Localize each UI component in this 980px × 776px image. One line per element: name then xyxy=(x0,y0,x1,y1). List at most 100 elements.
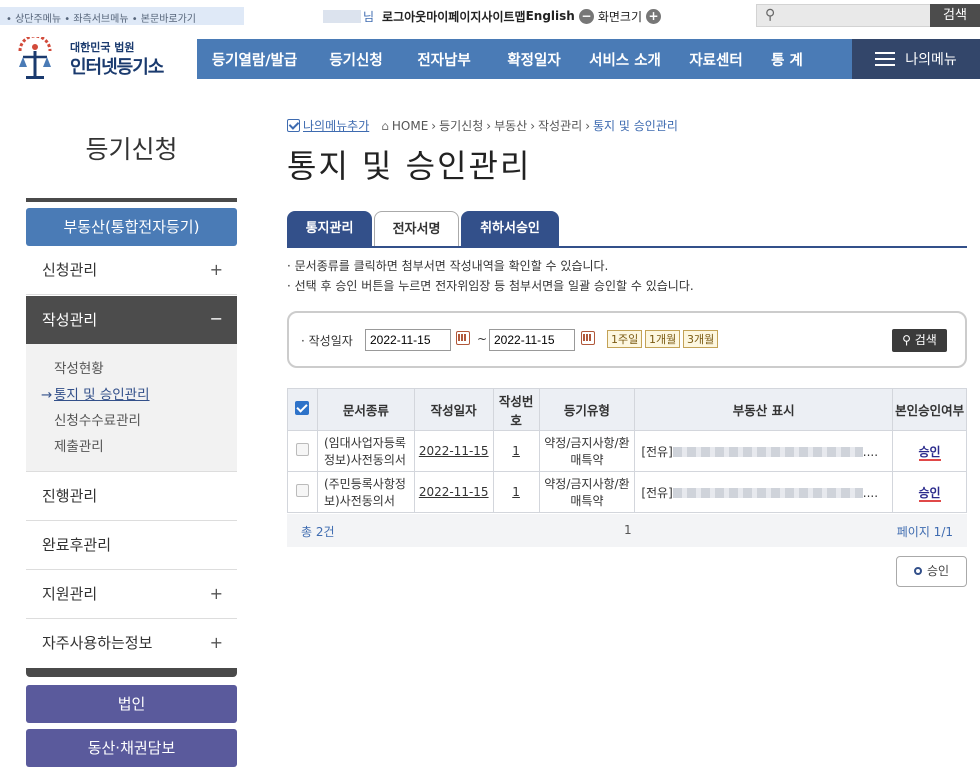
total-count: 총 2건 xyxy=(301,525,335,539)
breadcrumb-realestate[interactable]: 부동산 xyxy=(494,117,527,134)
page-number[interactable]: 1 xyxy=(624,523,632,537)
property-address-redacted xyxy=(672,488,863,498)
property-address-redacted xyxy=(672,447,863,457)
lnb-sub-fee[interactable]: 신청수수료관리 xyxy=(26,408,237,434)
lnb-item-label: 작성관리 xyxy=(42,311,98,329)
corp-button[interactable]: 법인 xyxy=(26,685,237,723)
select-all-cell[interactable] xyxy=(287,388,318,431)
plus-icon: + xyxy=(209,633,223,652)
doc-type-link[interactable]: (임대사업자등록정보)사전동의서 xyxy=(316,430,415,472)
lnb-item-label: 신청관리 xyxy=(42,261,98,279)
range-1month-button[interactable]: 1개월 xyxy=(645,330,681,348)
lnb-sub-submit[interactable]: 제출관리 xyxy=(26,434,237,460)
date-link[interactable]: 2022-11-15 xyxy=(419,485,489,499)
approve-label: 승인 xyxy=(926,564,950,578)
date-link[interactable]: 2022-11-15 xyxy=(419,444,489,458)
lnb-item-frequent[interactable]: 자주사용하는정보 + xyxy=(26,619,237,668)
page-title: 통지 및 승인관리 xyxy=(287,147,532,185)
mypage-link[interactable]: 마이페이지 xyxy=(426,8,481,25)
search-icon: ⚲ xyxy=(765,7,776,23)
gnb-item-fixed-date[interactable]: 확정일자 xyxy=(488,49,580,70)
zoom-in-icon[interactable]: + xyxy=(646,8,662,24)
col-reg-type: 등기유형 xyxy=(538,388,636,431)
lnb-bottom-bar xyxy=(26,668,237,677)
breadcrumb-home[interactable]: HOME xyxy=(392,119,428,133)
gnb-item-epay[interactable]: 전자납부 xyxy=(400,49,488,70)
row-checkbox[interactable] xyxy=(295,443,309,456)
lnb-item-apply[interactable]: 신청관리 + xyxy=(26,246,237,295)
property-prefix: [전유] xyxy=(641,485,673,500)
date-filter-box: · 작성일자 ~ 1주일 1개월 3개월 ⚲ 검색 xyxy=(287,311,967,368)
col-approval: 본인승인여부 xyxy=(892,388,967,431)
approval-link[interactable]: 승인 xyxy=(918,444,941,461)
breadcrumb-current: 통지 및 승인관리 xyxy=(593,119,678,133)
filter-search-button[interactable]: ⚲ 검색 xyxy=(892,329,947,352)
skip-links[interactable]: • 상단주메뉴 • 좌측서브메뉴 • 본문바로가기 xyxy=(0,7,244,25)
tab-withdraw-approval[interactable]: 취하서승인 xyxy=(461,211,559,247)
doc-type-link[interactable]: (주민등록사항정보)사전동의서 xyxy=(316,471,415,513)
approve-button[interactable]: 승인 xyxy=(896,556,967,587)
write-no-link[interactable]: 1 xyxy=(512,485,520,499)
add-my-menu-link[interactable]: 나의메뉴추가 xyxy=(303,117,369,134)
calendar-icon[interactable] xyxy=(456,331,470,345)
home-icon: ⌂ xyxy=(381,118,389,133)
zoom-out-icon[interactable]: − xyxy=(578,8,594,24)
breadcrumb-write[interactable]: 작성관리 xyxy=(538,117,582,134)
lnb-sub-label: 통지 및 승인관리 xyxy=(54,387,150,403)
row-checkbox[interactable] xyxy=(295,484,309,497)
lnb-item-support[interactable]: 지원관리 + xyxy=(26,570,237,619)
lnb-item-after[interactable]: 완료후관리 xyxy=(26,521,237,570)
property-ellipsis: .... xyxy=(862,485,879,500)
movable-collateral-button[interactable]: 동산·채권담보 xyxy=(26,729,237,767)
lnb-sub-notice-approval[interactable]: → 통지 및 승인관리 xyxy=(26,382,237,408)
property-ellipsis: .... xyxy=(862,444,879,459)
page-info: 페이지 1/1 xyxy=(896,525,953,539)
table-row: (주민등록사항정보)사전동의서 2022-11-15 1 약정/금지사항/환매특… xyxy=(287,471,967,513)
global-nav: 등기열람/발급 등기신청 전자납부 확정일자 서비스 소개 자료센터 통 계 xyxy=(197,39,852,79)
col-doc-type: 문서종류 xyxy=(316,388,415,431)
hamburger-icon xyxy=(875,48,896,70)
date-from-input[interactable] xyxy=(365,329,451,351)
property-cell: [전유].... xyxy=(634,430,894,472)
checkbox-icon xyxy=(287,119,300,132)
lnb-item-write[interactable]: 작성관리 − xyxy=(26,296,237,344)
gnb-item-apply[interactable]: 등기신청 xyxy=(312,49,400,70)
search-button[interactable]: 검색 xyxy=(930,4,980,27)
lnb-title: 등기신청 xyxy=(85,135,178,164)
property-cell: [전유].... xyxy=(634,471,894,513)
note-bulk-approve: · 선택 후 승인 버튼을 누르면 전자위임장 등 첨부서면을 일괄 승인할 수… xyxy=(287,279,694,293)
site-logo[interactable]: 대한민국 법원 인터넷등기소 xyxy=(14,33,184,85)
gnb-item-stats[interactable]: 통 계 xyxy=(762,49,812,70)
date-label: · 작성일자 xyxy=(301,334,353,348)
minus-icon: − xyxy=(209,309,223,328)
plus-icon: + xyxy=(209,260,223,279)
approval-link[interactable]: 승인 xyxy=(918,485,941,502)
current-arrow-icon: → xyxy=(41,387,53,403)
calendar-icon[interactable] xyxy=(581,331,595,345)
sitemap-link[interactable]: 사이트맵 xyxy=(481,8,525,25)
my-menu-label: 나의메뉴 xyxy=(905,52,957,68)
english-link[interactable]: English xyxy=(526,9,575,23)
user-name-redacted xyxy=(323,9,361,23)
my-menu-button[interactable]: 나의메뉴 xyxy=(852,39,980,79)
select-all-checkbox[interactable] xyxy=(295,401,310,415)
reg-type: 약정/금지사항/환매특약 xyxy=(538,471,636,513)
tab-notice[interactable]: 통지관리 xyxy=(287,211,372,247)
gnb-item-service[interactable]: 서비스 소개 xyxy=(580,49,670,70)
user-suffix: 님 xyxy=(363,9,375,24)
lnb-sub-status[interactable]: 작성현황 xyxy=(26,356,237,382)
circle-icon xyxy=(913,567,922,575)
write-no-link[interactable]: 1 xyxy=(512,444,520,458)
gnb-item-view-issue[interactable]: 등기열람/발급 xyxy=(197,49,312,70)
logout-link[interactable]: 로그아웃 xyxy=(382,8,426,25)
gnb-item-data[interactable]: 자료센터 xyxy=(670,49,762,70)
lnb-item-progress[interactable]: 진행관리 xyxy=(26,472,237,521)
note-doc-type: · 문서종류를 클릭하면 첨부서면 작성내역을 확인할 수 있습니다. xyxy=(287,259,609,273)
breadcrumb-apply[interactable]: 등기신청 xyxy=(439,117,483,134)
tab-esign[interactable]: 전자서명 xyxy=(374,211,459,248)
range-3month-button[interactable]: 3개월 xyxy=(683,330,719,348)
lnb-section-realestate[interactable]: 부동산(통합전자등기) xyxy=(26,208,237,246)
range-1week-button[interactable]: 1주일 xyxy=(607,330,643,348)
date-to-input[interactable] xyxy=(489,329,575,351)
filter-search-label: 검색 xyxy=(914,333,937,347)
